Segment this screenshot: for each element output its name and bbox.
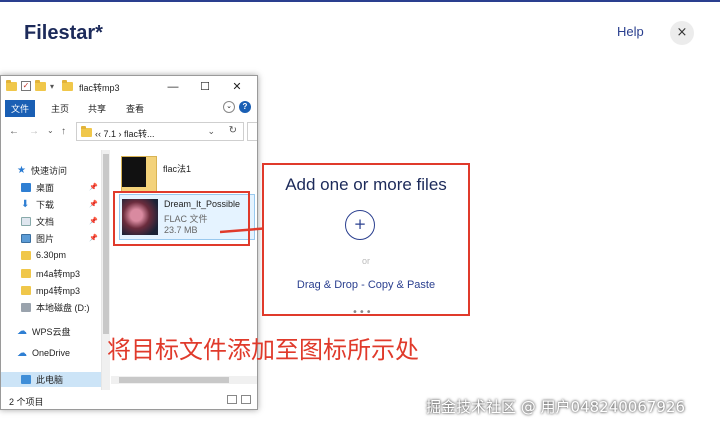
watermark: 掘金技术社区 @ 用户048240067926 xyxy=(426,398,686,416)
nav-wps-cloud[interactable]: ☁ WPS云盘 xyxy=(17,325,71,338)
star-icon: ★ xyxy=(17,165,26,176)
more-dots-icon[interactable]: ••• xyxy=(352,307,373,318)
breadcrumb[interactable]: ‹‹ 7.1 › flac转... xyxy=(95,127,155,140)
nav-onedrive[interactable]: ☁ OneDrive xyxy=(17,348,70,358)
nav-label: 图片 xyxy=(36,234,55,244)
folder-icon xyxy=(21,286,31,295)
horizontal-scrollbar-thumb[interactable] xyxy=(119,377,229,383)
tab-view[interactable]: 查看 xyxy=(126,100,144,117)
nav-label: 此电脑 xyxy=(36,375,64,385)
nav-folder-m4a[interactable]: m4a转mp3 xyxy=(21,267,80,280)
close-button[interactable]: × xyxy=(670,21,694,45)
desktop-icon xyxy=(21,183,31,192)
instruction-annotation: 将目标文件添加至图标所示处 xyxy=(107,336,419,364)
app-logo: Filestar* xyxy=(24,22,103,44)
window-close-button[interactable]: ✕ xyxy=(221,78,253,96)
nav-label: mp4转mp3 xyxy=(36,286,81,296)
drop-zone-or: or xyxy=(361,256,370,266)
nav-desktop[interactable]: 桌面 xyxy=(21,181,54,194)
properties-icon[interactable]: ✓ xyxy=(21,81,31,91)
status-bar: 2 个项目 xyxy=(1,390,257,409)
folder-icon xyxy=(6,79,17,91)
large-icons-view-icon[interactable] xyxy=(241,395,251,404)
nav-label: 下载 xyxy=(36,200,55,210)
file-name: flac法1 xyxy=(163,164,192,174)
nav-label: OneDrive xyxy=(32,348,71,358)
tab-home[interactable]: 主页 xyxy=(51,100,69,117)
onedrive-icon: ☁ xyxy=(17,347,27,359)
folder-icon xyxy=(21,250,31,260)
computer-icon xyxy=(21,375,31,384)
file-item-folder[interactable]: flac法1 xyxy=(119,154,255,196)
maximize-button[interactable]: ☐ xyxy=(189,78,221,96)
help-question-icon[interactable]: ? xyxy=(239,101,251,113)
recent-locations-icon[interactable]: ⌄ xyxy=(47,126,54,135)
back-arrow-icon[interactable]: ← xyxy=(9,126,19,137)
up-arrow-icon[interactable]: ↑ xyxy=(61,126,66,137)
address-bar-row: ← → ⌄ ↑ ‹‹ 7.1 › flac转... ⌄ ↻ xyxy=(1,120,257,144)
explorer-window-title: flac转mp3 xyxy=(79,83,120,93)
drop-zone-title: Add one or more files xyxy=(285,175,447,194)
help-link[interactable]: Help xyxy=(617,24,644,39)
top-accent-line xyxy=(0,0,720,2)
nav-scrollbar-thumb[interactable] xyxy=(103,154,109,334)
address-folder-icon xyxy=(81,126,92,137)
refresh-icon[interactable]: ↻ xyxy=(229,125,237,136)
expand-ribbon-icon[interactable]: ⌄ xyxy=(223,101,235,113)
nav-folder-630pm[interactable]: 6.30pm xyxy=(21,250,66,260)
nav-quick-access[interactable]: ★ 快速访问 xyxy=(17,164,67,177)
nav-label: 桌面 xyxy=(36,183,55,193)
pin-icon: 📌 xyxy=(89,235,98,242)
pictures-icon xyxy=(21,234,31,243)
pin-icon: 📌 xyxy=(89,201,98,208)
horizontal-scrollbar[interactable] xyxy=(111,376,257,384)
nav-pictures[interactable]: 图片 xyxy=(21,232,54,245)
item-count: 2 个项目 xyxy=(9,397,44,407)
nav-folder-mp4[interactable]: mp4转mp3 xyxy=(21,284,80,297)
folder-icon xyxy=(21,269,31,278)
document-icon xyxy=(21,217,31,226)
details-view-icon[interactable] xyxy=(227,395,237,404)
search-box[interactable] xyxy=(247,122,257,141)
nav-documents[interactable]: 文档 xyxy=(21,215,54,228)
nav-downloads[interactable]: ⬇ 下载 xyxy=(21,198,54,211)
navigation-pane: ★ 快速访问 桌面 📌 ⬇ 下载 📌 文档 📌 图片 📌 6.30pm m4a转… xyxy=(1,150,101,390)
view-switcher xyxy=(227,395,251,404)
forward-arrow-icon[interactable]: → xyxy=(29,126,39,137)
pin-icon: 📌 xyxy=(89,218,98,225)
window-controls: — ☐ ✕ xyxy=(157,78,253,96)
nav-label: 本地磁盘 (D:) xyxy=(36,303,90,313)
explorer-titlebar[interactable]: ✓ ▾ flac转mp3 — ☐ ✕ xyxy=(1,76,257,98)
nav-label: 文档 xyxy=(36,217,55,227)
folder-thumbnail xyxy=(121,156,157,192)
download-icon: ⬇ xyxy=(21,199,30,210)
drive-icon xyxy=(21,303,31,312)
pin-icon: 📌 xyxy=(89,184,98,191)
nav-local-disk-d[interactable]: 本地磁盘 (D:) xyxy=(21,301,90,314)
add-files-plus-button[interactable]: + xyxy=(345,210,375,240)
ribbon-tabs: 文件 主页 共享 查看 ⌄ ? xyxy=(1,98,257,117)
nav-label: 快速访问 xyxy=(30,166,67,176)
nav-this-pc[interactable]: 此电脑 xyxy=(1,372,101,387)
nav-label: 6.30pm xyxy=(36,250,67,260)
nav-label: m4a转mp3 xyxy=(36,269,81,279)
address-input[interactable]: ‹‹ 7.1 › flac转... ⌄ ↻ xyxy=(76,122,244,141)
new-folder-icon[interactable] xyxy=(35,79,46,91)
address-dropdown-icon[interactable]: ⌄ xyxy=(207,126,215,137)
cloud-icon: ☁ xyxy=(17,326,27,337)
nav-label: WPS云盘 xyxy=(32,327,71,337)
tab-file[interactable]: 文件 xyxy=(5,100,36,117)
customize-toolbar-icon[interactable]: ▾ xyxy=(50,82,54,91)
tab-share[interactable]: 共享 xyxy=(88,100,106,117)
window-folder-icon xyxy=(62,79,74,91)
minimize-button[interactable]: — xyxy=(157,78,189,96)
page: Filestar* Help × ✓ ▾ flac转mp3 — ☐ ✕ 文件 主… xyxy=(0,0,720,429)
quick-access-toolbar: ✓ ▾ xyxy=(6,79,74,91)
drag-drop-hint: Drag & Drop - Copy & Paste xyxy=(296,279,436,291)
